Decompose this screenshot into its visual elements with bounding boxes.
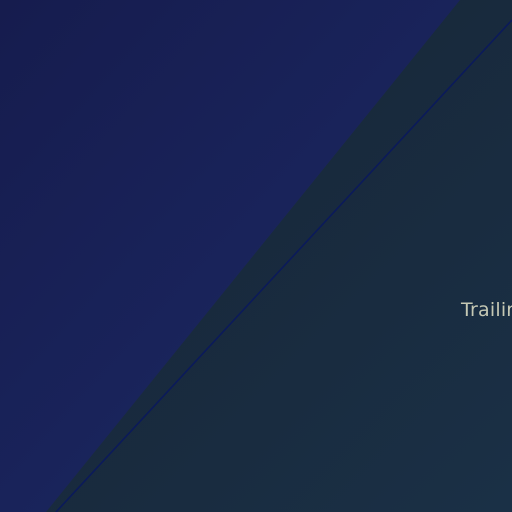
diagonal-split-background <box>0 0 512 512</box>
canvas-viewport: Trailing <box>0 0 512 512</box>
trailing-label: Trailing <box>461 299 512 321</box>
